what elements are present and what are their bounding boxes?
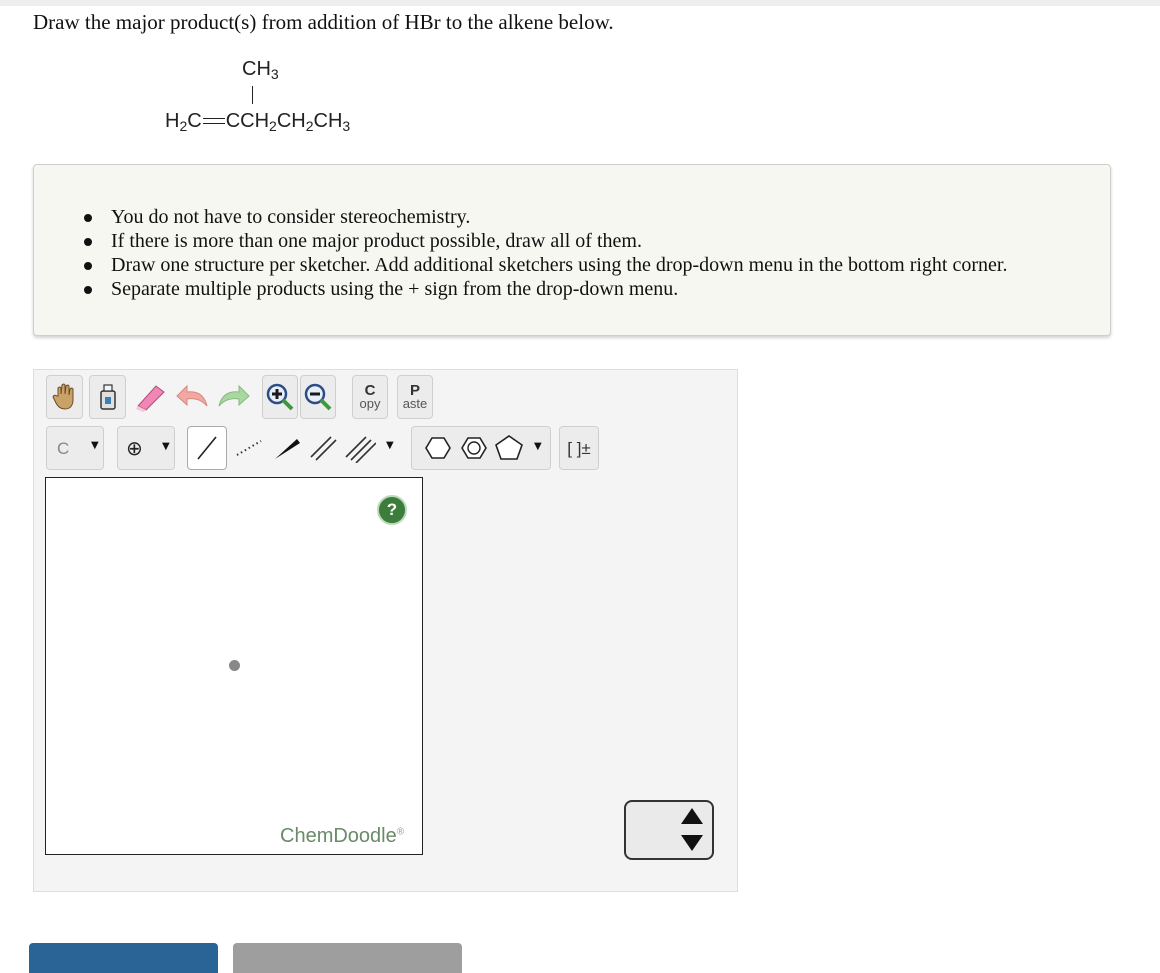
hand-icon [51, 383, 73, 410]
paste-button[interactable]: Paste [397, 375, 433, 419]
primary-action-button[interactable] [29, 943, 218, 973]
double-bond-button[interactable] [304, 426, 341, 470]
zoom-in-button[interactable] [262, 375, 298, 419]
dropdown-arrow-icon: ▼ [386, 440, 394, 451]
list-item: You do not have to consider stereochemis… [84, 205, 1007, 229]
cyclopentane-icon [495, 435, 523, 460]
help-button[interactable]: ? [377, 495, 407, 525]
dropdown-arrow-icon: ▼ [534, 441, 542, 452]
secondary-action-button[interactable] [233, 943, 462, 973]
dropdown-arrow-icon: ▼ [91, 440, 99, 451]
wedge-bond-button[interactable] [268, 426, 305, 470]
eraser-button[interactable] [132, 375, 169, 419]
ring-icons [425, 435, 523, 460]
atom-label-button[interactable]: C ▼ [46, 426, 104, 470]
list-item: Draw one structure per sketcher. Add add… [84, 253, 1007, 277]
instructions-box: You do not have to consider stereochemis… [33, 164, 1111, 336]
chemdoodle-sketcher: Copy Paste C ▼ ⊕ ▼ ▼ ▼ []± ? ChemDoodle… [33, 369, 738, 892]
sketcher-count-spinner[interactable] [624, 800, 714, 860]
dropdown-arrow-icon: ▼ [162, 441, 170, 452]
zoom-out-button[interactable] [300, 375, 336, 419]
cursor-marker [229, 660, 240, 671]
single-bond-vertical [252, 86, 253, 104]
alkene-structure: CH3 H2C CCH2CH2CH3 [160, 52, 420, 142]
pan-tool-button[interactable] [46, 375, 83, 419]
redo-button[interactable] [214, 375, 251, 419]
double-bond [202, 117, 225, 124]
methyl-group: CH3 [242, 58, 279, 82]
benzene-icon [461, 437, 487, 459]
copy-button[interactable]: Copy [352, 375, 388, 419]
cyclohexane-icon [425, 437, 451, 459]
drawing-canvas[interactable]: ? ChemDoodle® [45, 477, 423, 855]
alkene-chain: H2C CCH2CH2CH3 [165, 110, 351, 134]
single-bond-button[interactable] [187, 426, 227, 470]
bracket-charge-button[interactable]: [ ]± [559, 426, 599, 470]
zoom-out-icon [304, 383, 332, 411]
ring-tools-button[interactable]: ▼ [411, 426, 551, 470]
dashed-bond-icon [235, 440, 262, 456]
decrement-arrow-icon[interactable] [681, 835, 703, 851]
instructions-list: You do not have to consider stereochemis… [84, 205, 1007, 301]
charge-button[interactable]: ⊕ ▼ [117, 426, 175, 470]
dashed-bond-button[interactable] [230, 426, 267, 470]
redo-icon [218, 384, 250, 407]
top-bar [0, 0, 1160, 6]
triple-bond-icon [345, 436, 376, 463]
question-text: Draw the major product(s) from addition … [33, 10, 614, 34]
triple-bond-button[interactable]: ▼ [340, 426, 400, 470]
double-bond-icon [309, 436, 337, 461]
chemdoodle-brand: ChemDoodle® [280, 825, 405, 847]
single-bond-icon [197, 436, 217, 460]
increment-arrow-icon[interactable] [681, 808, 703, 824]
eraser-icon [135, 385, 165, 412]
undo-icon [175, 384, 207, 407]
undo-button[interactable] [174, 375, 211, 419]
wedge-bond-icon [274, 439, 300, 459]
clear-canvas-icon [99, 384, 116, 410]
list-item: Separate multiple products using the + s… [84, 277, 1007, 301]
clear-button[interactable] [89, 375, 126, 419]
list-item: If there is more than one major product … [84, 229, 1007, 253]
zoom-in-icon [266, 383, 294, 411]
